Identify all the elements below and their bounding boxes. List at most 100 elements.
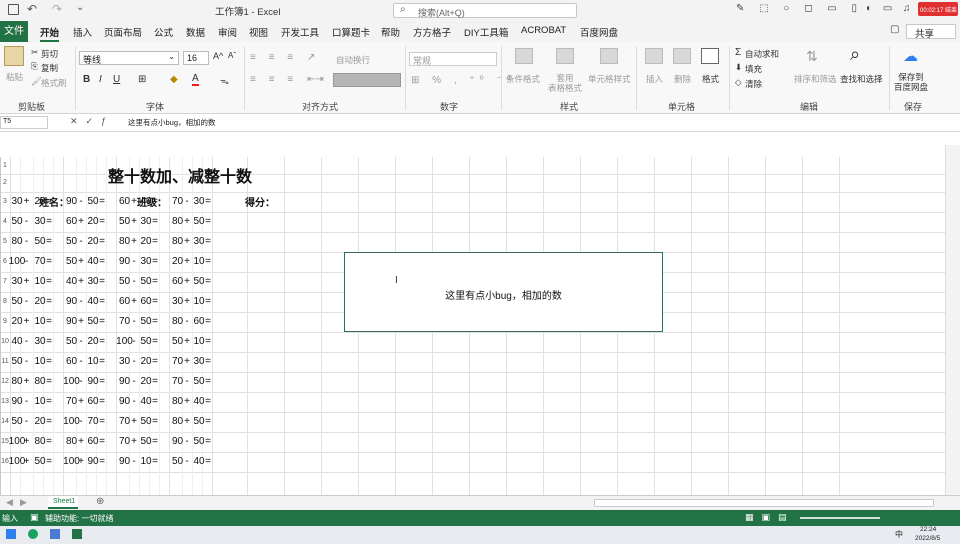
align-top-icons[interactable]: ≡ ≡ ≡ xyxy=(250,52,298,63)
save-to-baidu-button[interactable]: 保存到 百度网盘 xyxy=(894,72,928,92)
underline-button[interactable]: U xyxy=(113,74,120,85)
name-box[interactable]: T5 xyxy=(0,116,48,129)
problem-equals[interactable]: = xyxy=(97,396,107,407)
problem-equals[interactable]: = xyxy=(203,436,213,447)
problem-equals[interactable]: = xyxy=(203,376,213,387)
sheet-tab-sheet1[interactable]: Sheet1 xyxy=(48,496,78,509)
clear-button[interactable]: 清除 xyxy=(745,78,762,90)
tab-file[interactable]: 文件 xyxy=(0,21,28,42)
copy-button[interactable]: 复制 xyxy=(41,62,58,74)
problem-equals[interactable]: = xyxy=(44,256,54,267)
problem-equals[interactable]: = xyxy=(150,316,160,327)
customize-qat-icon[interactable]: ⌄ xyxy=(76,2,84,13)
problem-equals[interactable]: = xyxy=(44,396,54,407)
scroll-left-icon[interactable]: ◀ xyxy=(6,497,13,508)
problem-equals[interactable]: = xyxy=(44,456,54,467)
grow-font-icon[interactable]: A^ xyxy=(213,51,223,61)
delete-cells-icon[interactable] xyxy=(673,48,691,64)
score-label[interactable]: 得分： xyxy=(240,194,280,209)
number-format-select[interactable]: 常规 xyxy=(409,52,497,66)
problem-equals[interactable]: = xyxy=(203,296,213,307)
app-icon[interactable] xyxy=(50,529,60,539)
format-cells-icon[interactable] xyxy=(701,48,719,64)
toolbar-icons[interactable]: ✎ ⬚ ○ ◻ ▭ ▯ xyxy=(736,3,863,14)
find-select-icon[interactable]: ⌕ xyxy=(850,44,860,65)
find-select-button[interactable]: 查找和选择 xyxy=(840,73,883,85)
problem-equals[interactable]: = xyxy=(44,376,54,387)
problem-equals[interactable]: = xyxy=(150,296,160,307)
paste-icon[interactable] xyxy=(4,46,24,66)
cut-button[interactable]: 剪切 xyxy=(41,48,58,60)
save-icon[interactable] xyxy=(8,4,19,15)
problem-equals[interactable]: = xyxy=(203,196,213,207)
zoom-slider[interactable] xyxy=(800,517,880,519)
problem-equals[interactable]: = xyxy=(97,296,107,307)
problem-equals[interactable]: = xyxy=(203,356,213,367)
problem-equals[interactable]: = xyxy=(97,216,107,227)
problem-equals[interactable]: = xyxy=(97,416,107,427)
problem-equals[interactable]: = xyxy=(97,356,107,367)
problem-equals[interactable]: = xyxy=(203,236,213,247)
problem-equals[interactable]: = xyxy=(150,456,160,467)
problem-equals[interactable]: = xyxy=(203,456,213,467)
tab-review[interactable]: 审阅 xyxy=(218,25,237,39)
problem-equals[interactable]: = xyxy=(44,336,54,347)
problem-equals[interactable]: = xyxy=(97,376,107,387)
problem-equals[interactable]: = xyxy=(203,336,213,347)
fill-button[interactable]: 填充 xyxy=(745,63,762,75)
italic-button[interactable]: I xyxy=(99,74,102,85)
add-sheet-icon[interactable]: ⊕ xyxy=(96,496,104,507)
problem-equals[interactable]: = xyxy=(150,416,160,427)
tab-diy-tools[interactable]: DIY工具箱 xyxy=(464,25,508,39)
redo-icon[interactable]: ↷ xyxy=(52,2,62,16)
tab-insert[interactable]: 插入 xyxy=(73,25,92,39)
problem-equals[interactable]: = xyxy=(150,216,160,227)
problem-equals[interactable]: = xyxy=(203,256,213,267)
indent-icons[interactable]: ⇤⇥ xyxy=(307,74,324,85)
problem-equals[interactable]: = xyxy=(150,436,160,447)
delete-cells-button[interactable]: 删除 xyxy=(674,73,691,85)
autosum-icon[interactable]: Σ xyxy=(735,47,741,58)
orientation-icon[interactable]: ↗ xyxy=(307,52,315,63)
baidu-cloud-icon[interactable]: ☁ xyxy=(903,47,918,65)
fill-color-icon[interactable]: ◆ xyxy=(170,74,178,85)
cell-styles-icon[interactable] xyxy=(600,48,618,64)
fill-icon[interactable]: ⬇ xyxy=(735,62,742,73)
undo-icon[interactable]: ↶ xyxy=(27,2,37,16)
tab-math-card[interactable]: 口算题卡 xyxy=(332,25,370,39)
phonetic-icon[interactable]: ᯓ xyxy=(220,74,229,87)
problem-equals[interactable]: = xyxy=(97,436,107,447)
sheet-title[interactable]: 整十数加、减整十数 xyxy=(90,163,270,187)
paste-label[interactable]: 粘贴 xyxy=(6,71,23,83)
problem-equals[interactable]: = xyxy=(44,296,54,307)
problem-equals[interactable]: = xyxy=(44,216,54,227)
row-header[interactable]: 2 xyxy=(0,179,10,186)
tab-acrobat[interactable]: ACROBAT xyxy=(521,25,566,36)
row-header[interactable]: 1 xyxy=(0,162,10,169)
format-as-table-button[interactable]: 套用 表格格式 xyxy=(548,73,582,93)
problem-equals[interactable]: = xyxy=(44,276,54,287)
timer-badge[interactable]: 00:02:17 结束 xyxy=(918,2,958,16)
copy-icon[interactable]: ⎘ xyxy=(31,61,38,72)
tab-formulas[interactable]: 公式 xyxy=(154,25,173,39)
start-icon[interactable] xyxy=(6,529,16,539)
view-buttons[interactable]: ▦▣▤ xyxy=(745,512,795,523)
problem-equals[interactable]: = xyxy=(44,416,54,427)
problem-equals[interactable]: = xyxy=(150,236,160,247)
format-painter-button[interactable]: 格式刷 xyxy=(41,77,67,89)
problem-equals[interactable]: = xyxy=(97,256,107,267)
problem-equals[interactable]: = xyxy=(97,276,107,287)
format-as-table-icon[interactable] xyxy=(556,48,574,64)
shrink-font-icon[interactable]: Aˇ xyxy=(228,51,236,60)
problem-equals[interactable]: = xyxy=(44,236,54,247)
accessibility-status[interactable]: 辅助功能: 一切就绪 xyxy=(45,513,113,524)
font-name-select[interactable]: 等线 ⌄ xyxy=(79,51,179,65)
search-box[interactable]: ⌕ 搜索(Alt+Q) xyxy=(393,3,577,18)
recording-icons[interactable]: ◐ ▭ ♫ xyxy=(866,3,915,14)
tab-baidu[interactable]: 百度网盘 xyxy=(580,25,618,39)
problem-equals[interactable]: = xyxy=(97,196,107,207)
merge-center-button[interactable] xyxy=(333,73,401,87)
font-color-icon[interactable]: A xyxy=(192,73,199,86)
problem-equals[interactable]: = xyxy=(150,356,160,367)
scroll-right-icon[interactable]: ▶ xyxy=(20,497,27,508)
